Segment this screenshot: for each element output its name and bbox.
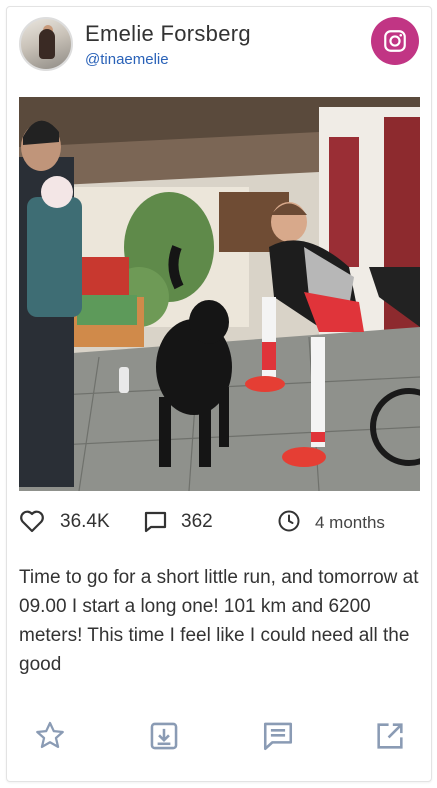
author-name[interactable]: Emelie Forsberg (85, 21, 251, 47)
post-card: Emelie Forsberg @tinaemelie 36.4K 362 4 … (6, 6, 432, 782)
heart-icon[interactable] (19, 509, 45, 538)
like-count: 36.4K (60, 511, 110, 532)
action-bar (7, 719, 431, 759)
instagram-icon[interactable] (371, 17, 419, 65)
external-link-icon[interactable] (373, 719, 407, 753)
post-age: 4 months (315, 513, 385, 532)
comment-icon[interactable] (143, 510, 169, 539)
post-photo[interactable] (19, 97, 420, 491)
star-icon[interactable] (33, 719, 67, 753)
clock-icon (277, 509, 301, 538)
download-icon[interactable] (147, 719, 181, 753)
comment-count: 362 (181, 511, 213, 532)
author-handle[interactable]: @tinaemelie (85, 51, 169, 68)
message-icon[interactable] (261, 719, 295, 753)
avatar[interactable] (19, 17, 73, 71)
post-caption: Time to go for a short little run, and t… (19, 567, 419, 675)
post-stats: 36.4K 362 4 months (19, 507, 419, 535)
